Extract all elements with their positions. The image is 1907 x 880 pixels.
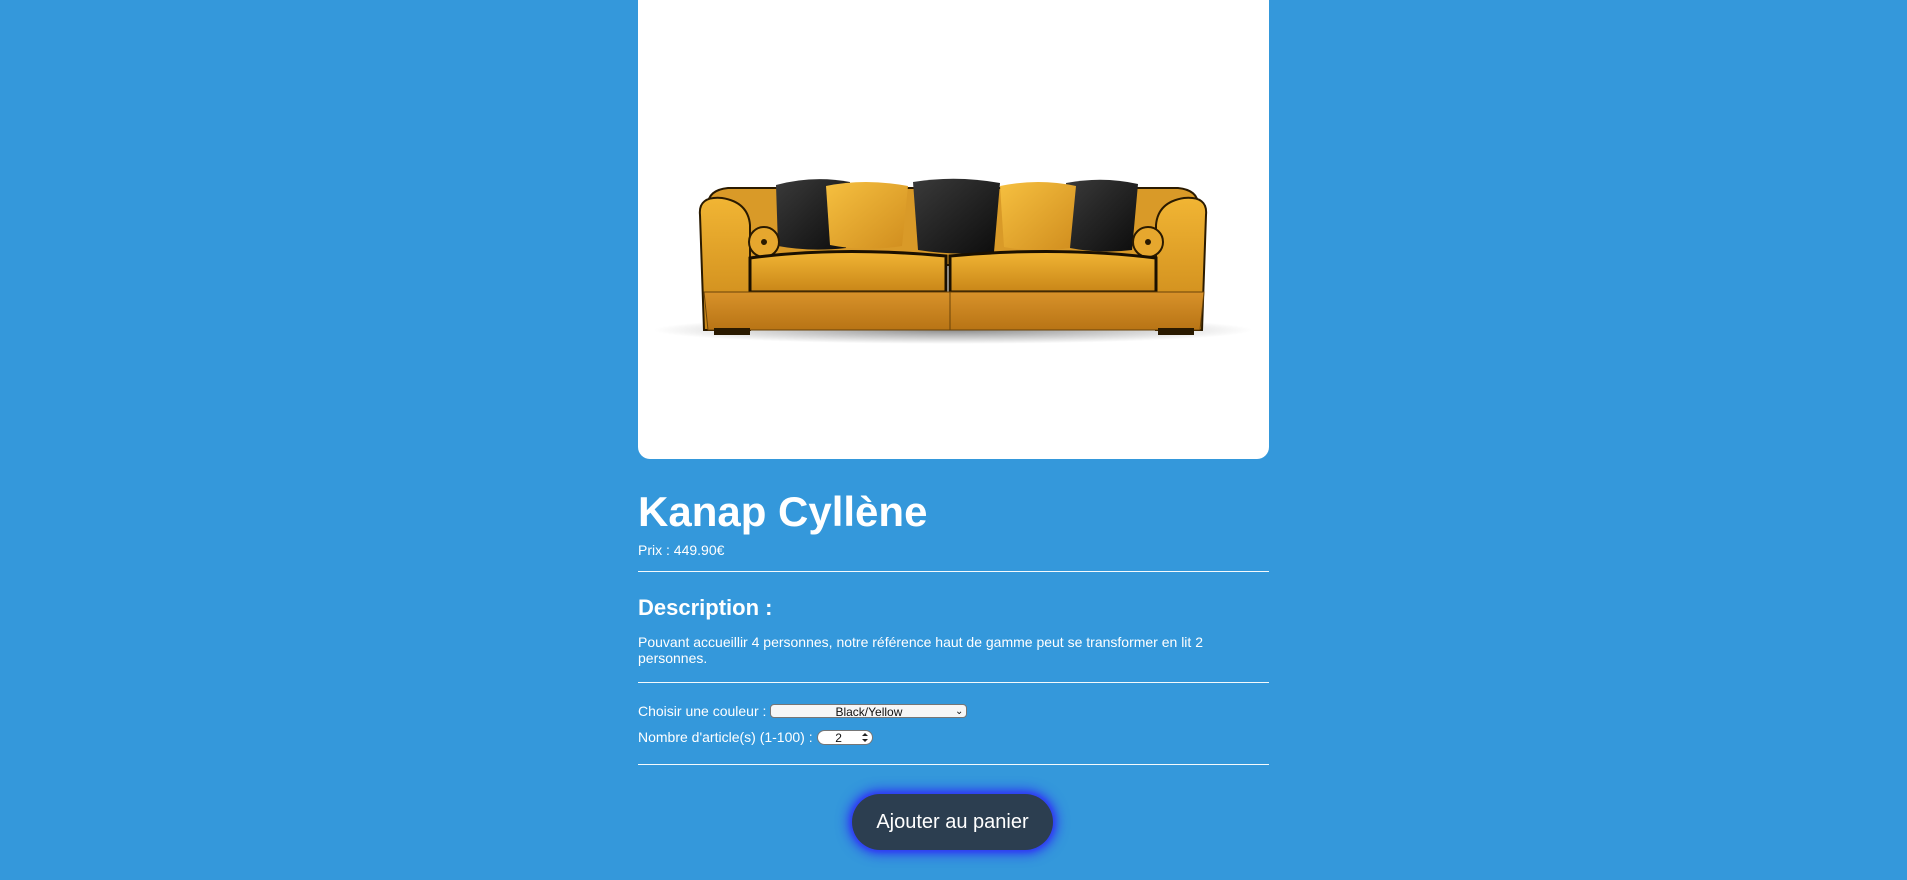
quantity-stepper[interactable]: 2 [816, 729, 873, 745]
color-field: Choisir une couleur : Black/Yellow ⌄ [638, 702, 968, 720]
price-currency: € [716, 542, 725, 558]
chevron-down-icon: ⌄ [955, 706, 964, 717]
quantity-label: Nombre d'article(s) (1-100) : [638, 729, 813, 745]
color-selected-value: Black/Yellow [835, 705, 903, 719]
description-title: Description : [638, 595, 773, 620]
price-value: 449.90 [673, 542, 717, 558]
product-section: Kanap Cyllène Prix : 449.90€ Description… [638, 0, 1269, 850]
sofa-image [653, 178, 1253, 344]
color-select[interactable]: Black/Yellow ⌄ [770, 704, 968, 719]
product-title: Kanap Cyllène [638, 488, 928, 535]
quantity-value: 2 [835, 730, 842, 745]
spin-arrows-icon[interactable] [861, 732, 868, 743]
color-label: Choisir une couleur : [638, 703, 767, 719]
product-price: Prix : 449.90€ [638, 541, 724, 559]
divider [638, 571, 1269, 572]
price-label: Prix : [638, 542, 674, 558]
add-to-cart-button[interactable]: Ajouter au panier [852, 794, 1053, 850]
quantity-field: Nombre d'article(s) (1-100) : 2 [638, 728, 873, 746]
divider [638, 764, 1269, 765]
divider [638, 682, 1269, 683]
product-image-card [638, 0, 1269, 459]
description-text: Pouvant accueillir 4 personnes, notre ré… [638, 634, 1203, 666]
